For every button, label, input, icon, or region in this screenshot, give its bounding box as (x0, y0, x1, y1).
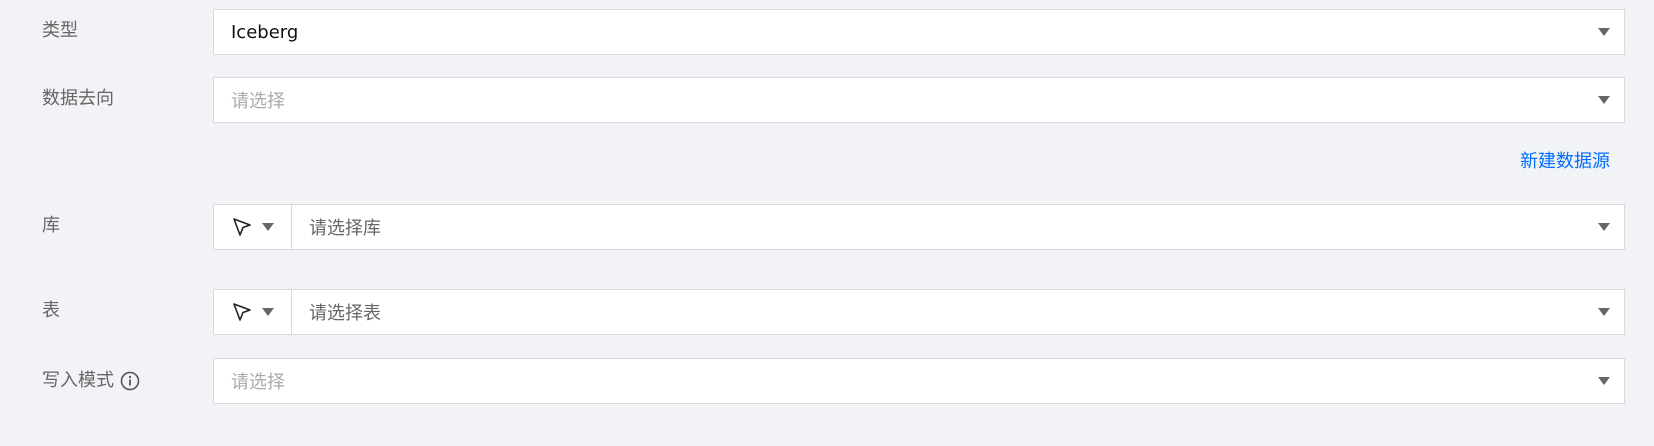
database-select-placeholder: 请选择库 (309, 218, 381, 239)
new-datasource-link[interactable]: 新建数据源 (1520, 147, 1610, 173)
database-label-text: 库 (42, 215, 60, 236)
chevron-down-icon (1598, 308, 1610, 316)
chevron-down-icon (262, 223, 274, 231)
write-mode-label: 写入模式 (42, 369, 140, 393)
destination-select[interactable]: 请选择 (213, 77, 1625, 123)
table-select-group: 请选择表 (213, 289, 1625, 335)
table-select-placeholder: 请选择表 (309, 303, 381, 324)
chevron-down-icon (1598, 28, 1610, 36)
type-label-text: 类型 (42, 20, 78, 41)
type-label: 类型 (42, 19, 78, 43)
database-mode-dropdown[interactable] (213, 204, 292, 250)
table-label-text: 表 (42, 300, 60, 321)
info-icon[interactable] (120, 371, 140, 391)
write-mode-label-text: 写入模式 (42, 370, 114, 391)
database-select[interactable]: 请选择库 (292, 204, 1625, 250)
chevron-down-icon (1598, 96, 1610, 104)
destination-select-placeholder: 请选择 (231, 91, 285, 112)
cursor-icon (233, 218, 251, 236)
chevron-down-icon (1598, 223, 1610, 231)
destination-label-text: 数据去向 (42, 88, 114, 109)
write-mode-select[interactable]: 请选择 (213, 358, 1625, 404)
database-select-group: 请选择库 (213, 204, 1625, 250)
table-label: 表 (42, 299, 60, 323)
chevron-down-icon (262, 308, 274, 316)
table-select[interactable]: 请选择表 (292, 289, 1625, 335)
database-label: 库 (42, 214, 60, 238)
write-mode-select-placeholder: 请选择 (231, 372, 285, 393)
cursor-icon (233, 303, 251, 321)
destination-label: 数据去向 (42, 87, 114, 111)
table-mode-dropdown[interactable] (213, 289, 292, 335)
chevron-down-icon (1598, 377, 1610, 385)
type-select-value: Iceberg (231, 21, 299, 43)
type-select[interactable]: Iceberg (213, 9, 1625, 55)
